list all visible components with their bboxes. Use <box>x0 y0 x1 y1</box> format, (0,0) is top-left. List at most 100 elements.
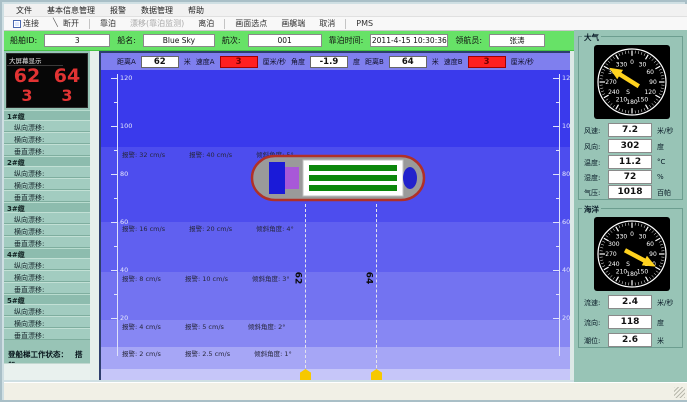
cable-5-drift-row-1[interactable]: 横向漂移: <box>4 316 90 328</box>
measure-label-3: 距离B <box>365 57 384 67</box>
ocean-field-value-2: 2.6 <box>608 333 652 347</box>
alarm-tilt-angle: 倾斜角度: 2° <box>248 321 286 331</box>
info-field-0[interactable]: 3 <box>44 34 110 47</box>
info-label-1: 船名: <box>117 35 136 46</box>
svg-text:S: S <box>626 89 630 96</box>
svg-text:30: 30 <box>639 234 647 241</box>
menu-item-2[interactable]: 报警 <box>110 5 126 16</box>
cable-section-title-4: 4#缆 <box>4 248 90 258</box>
measure-label-0: 距离A <box>117 57 136 67</box>
toolbar-button-4: 漂移(靠泊监测) <box>126 16 188 31</box>
weather-field-row-0: 风速:7.2米/秒 <box>579 123 682 137</box>
menu-item-3[interactable]: 数据管理 <box>141 5 173 16</box>
menu-item-0[interactable]: 文件 <box>16 5 32 16</box>
info-field-4[interactable]: 张涛 <box>489 34 545 47</box>
toolbar-button-label: 连接 <box>23 18 39 29</box>
ship-deck-stripe-2 <box>309 175 397 181</box>
left-splitter[interactable] <box>90 51 99 380</box>
cable-4-drift-row-2[interactable]: 垂直漂移: <box>4 282 90 294</box>
cable-5-drift-row-2[interactable]: 垂直漂移: <box>4 328 90 340</box>
info-label-2: 航次: <box>222 35 241 46</box>
display-distance-row: 62 64 <box>7 66 87 87</box>
wind-direction-gauge: 0306090120150180210240270300330S <box>594 45 670 123</box>
ocean-groupbox: 海洋 0306090120150180210240270300330S 流速:2… <box>578 208 683 348</box>
menu-item-4[interactable]: 帮助 <box>188 5 204 16</box>
resize-grip-icon[interactable] <box>674 387 685 398</box>
weather-field-unit-0: 米/秒 <box>657 126 673 136</box>
cable-3-drift-row-1[interactable]: 横向漂移: <box>4 224 90 236</box>
cable-section-title-3: 3#缆 <box>4 202 90 212</box>
alarm-speed-a: 报警: 2 cm/s <box>122 348 161 358</box>
toolbar-button-11[interactable]: PMS <box>352 17 377 30</box>
weather-field-value-4: 1018 <box>608 185 652 199</box>
berthing-monitor-canvas: 距离A62米速度A3厘米/秒角度-1.9度距离B64米速度B3厘米/秒 1201… <box>99 51 570 380</box>
cable-4-drift-row-1[interactable]: 横向漂移: <box>4 270 90 282</box>
weather-field-label-4: 气压: <box>584 188 600 198</box>
ruler-label-20: 20 <box>562 314 570 322</box>
svg-text:60: 60 <box>646 241 654 248</box>
ship-cabin-block <box>285 167 299 189</box>
alarm-speed-a: 报警: 16 cm/s <box>122 223 165 233</box>
info-field-3[interactable]: 2011-4-15 10:30:36 <box>370 34 448 47</box>
cable-1-drift-row-2[interactable]: 垂直漂移: <box>4 144 90 156</box>
toolbar-button-label: 画面选点 <box>235 18 267 29</box>
ship-bow-oval <box>403 167 417 189</box>
alarm-line-2: 报警: 8 cm/s报警: 10 cm/s倾斜角度: 3° <box>122 273 290 283</box>
weather-field-label-1: 风向: <box>584 142 600 152</box>
measure-label-2: 角度 <box>291 57 305 67</box>
weather-field-unit-4: 百帕 <box>657 188 671 198</box>
ruler-major-tick <box>111 222 117 223</box>
ocean-field-value-1: 118 <box>608 315 652 329</box>
info-label-4: 领航员: <box>455 35 482 46</box>
ship-deck-stripe-1 <box>309 165 397 171</box>
info-field-1[interactable]: Blue Sky <box>143 34 215 47</box>
cable-2-drift-row-2[interactable]: 垂直漂移: <box>4 190 90 202</box>
weather-field-value-1: 302 <box>608 139 652 153</box>
left-panel-footer <box>4 363 90 380</box>
svg-text:240: 240 <box>608 89 620 96</box>
toolbar-button-label: 取消 <box>319 18 335 29</box>
toolbar-button-3[interactable]: 靠泊 <box>96 16 120 31</box>
cable-3-drift-row-2[interactable]: 垂直漂移: <box>4 236 90 248</box>
info-field-2[interactable]: 001 <box>248 34 322 47</box>
toolbar-button-9[interactable]: 取消 <box>315 16 339 31</box>
weather-field-row-4: 气压: 1018 百帕 <box>579 185 682 199</box>
ruler-minor-tick <box>556 294 559 295</box>
ocean-field-unit-1: 度 <box>657 318 664 328</box>
toolbar-button-8[interactable]: 画艉端 <box>277 16 309 31</box>
measure-value-3: 64 <box>389 56 427 68</box>
distance-line-b <box>376 204 377 368</box>
ruler-minor-tick <box>556 246 559 247</box>
ocean-group-title: 海洋 <box>582 204 601 215</box>
weather-field-value-3: 72 <box>608 170 652 184</box>
ocean-field-value-0: 2.4 <box>608 295 652 309</box>
cable-2-drift-row-1[interactable]: 横向漂移: <box>4 178 90 190</box>
left-panel: 大屏幕显示 62 64 3 3 1#缆纵向漂移:横向漂移:垂直漂移:2#缆纵向漂… <box>4 51 90 380</box>
ocean-field-row-0: 流速:2.4米/秒 <box>579 295 682 309</box>
alarm-tilt-angle: 倾斜角度: 1° <box>254 348 292 358</box>
toolbar-button-5[interactable]: 离泊 <box>194 16 218 31</box>
quay-strip <box>101 369 570 380</box>
alarm-speed-b: 报警: 10 cm/s <box>185 273 228 283</box>
big-screen-display: 大屏幕显示 62 64 3 3 <box>6 53 88 108</box>
measure-unit-1: 厘米/秒 <box>263 57 286 67</box>
right-panel: 大气 0306090120150180210240270300330S 风速:7… <box>574 30 687 382</box>
menu-item-1[interactable]: 基本信息管理 <box>47 5 95 16</box>
svg-text:90: 90 <box>649 251 657 258</box>
svg-text:0: 0 <box>630 59 634 66</box>
svg-text:180: 180 <box>626 99 638 106</box>
ruler-major-tick <box>553 78 559 79</box>
weather-field-row-2: 温度:11.2°C <box>579 155 682 169</box>
cable-section-title-2: 2#缆 <box>4 156 90 166</box>
toolbar-button-0[interactable]: 连接 <box>9 16 43 31</box>
alarm-tilt-angle: 倾斜角度: 4° <box>256 223 294 233</box>
cable-1-drift-row-1[interactable]: 横向漂移: <box>4 132 90 144</box>
ruler-major-tick <box>111 126 117 127</box>
toolbar: 连接断开靠泊漂移(靠泊监测) 离泊 画面选点画艉端取消 PMS <box>4 17 687 31</box>
distance-label-a: 62 <box>292 272 302 285</box>
svg-text:90: 90 <box>649 79 657 86</box>
toolbar-button-7[interactable]: 画面选点 <box>231 16 271 31</box>
ruler-label-100: 100 <box>562 122 570 130</box>
svg-text:120: 120 <box>644 89 656 96</box>
toolbar-button-1[interactable]: 断开 <box>49 16 83 31</box>
